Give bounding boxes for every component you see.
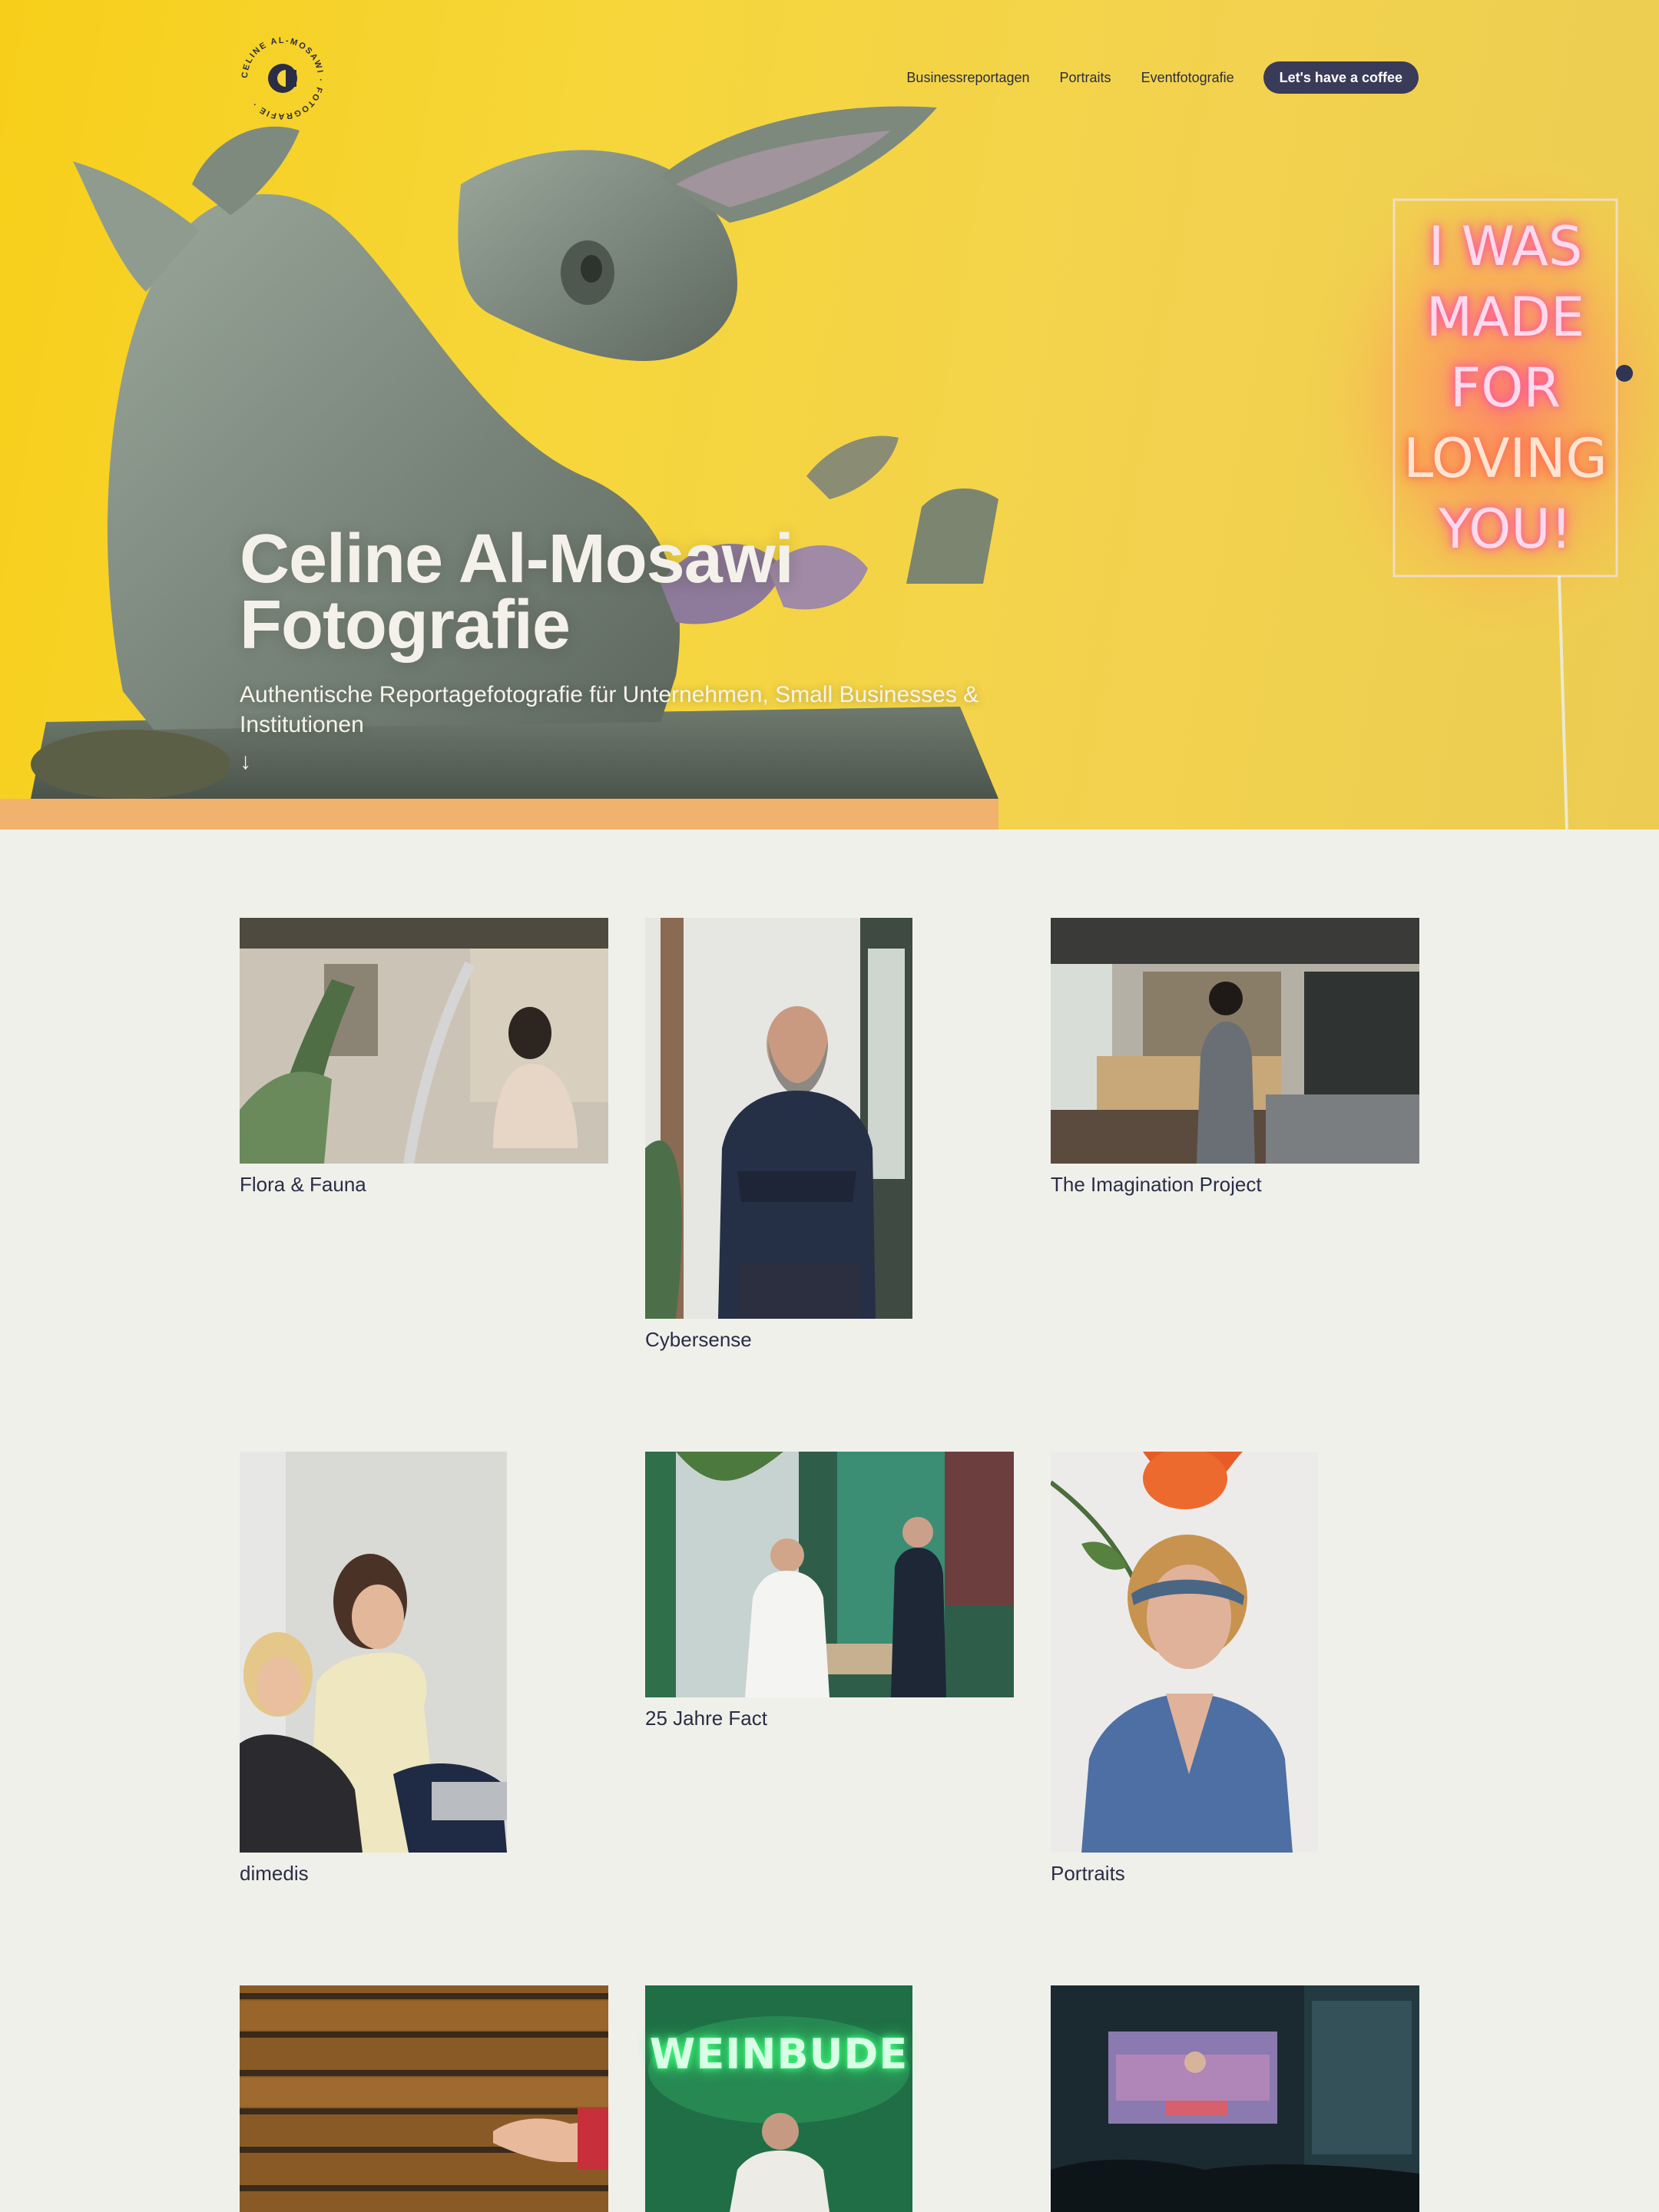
nav-link-businessreportagen[interactable]: Businessreportagen (906, 70, 1029, 86)
site-logo[interactable]: CELINE AL-MOSAWI · FOTOGRAFIE · (235, 31, 330, 126)
neon-line: MADE (1426, 286, 1585, 349)
neon-line: I WAS (1428, 215, 1583, 278)
project-image (1051, 1985, 1419, 2212)
hero-title-line: Fotografie (240, 587, 571, 664)
main-nav: Businessreportagen Portraits Eventfotogr… (876, 61, 1419, 94)
project-title: Portraits (1051, 1862, 1125, 1885)
scroll-down-arrow-icon[interactable]: ↓ (240, 747, 251, 777)
project-image (240, 1985, 608, 2212)
hero-section: I WAS MADE FOR LOVING YOU! CELINE AL-MOS… (0, 0, 1659, 830)
project-title: dimedis (240, 1862, 309, 1885)
nav-link-portraits[interactable]: Portraits (1060, 70, 1111, 86)
project-tile-7[interactable] (240, 1985, 608, 2212)
hero-title-line: Celine Al-Mosawi (240, 521, 794, 598)
project-image (1051, 918, 1419, 1164)
project-tile-portraits[interactable]: Portraits (1051, 1452, 1320, 1897)
project-tile-9[interactable] (1051, 1985, 1419, 2212)
project-title: The Imagination Project (1051, 1173, 1262, 1196)
project-image (645, 918, 912, 1319)
project-tile-8[interactable]: WEINBUDE (645, 1985, 912, 2212)
project-title: 25 Jahre Fact (645, 1707, 767, 1730)
hero-title: Celine Al-Mosawi Fotografie (240, 521, 931, 664)
project-image (645, 1985, 912, 2212)
project-image (1051, 1452, 1318, 1853)
project-title: Flora & Fauna (240, 1173, 366, 1196)
project-image (240, 918, 608, 1164)
project-tile-imagination-project[interactable]: The Imagination Project (1051, 918, 1419, 1210)
project-image (240, 1452, 507, 1853)
project-image (645, 1452, 1014, 1697)
slider-dot[interactable] (1616, 365, 1633, 382)
project-tile-cybersense[interactable]: Cybersense (645, 918, 914, 1363)
project-tile-dimedis[interactable]: dimedis (240, 1452, 508, 1897)
project-tile-25-jahre-fact[interactable]: 25 Jahre Fact (645, 1452, 1014, 1743)
project-title: Cybersense (645, 1328, 752, 1351)
logo-badge-icon: CELINE AL-MOSAWI · FOTOGRAFIE · (240, 36, 323, 121)
neon-line: YOU! (1439, 498, 1572, 561)
coffee-cta-button[interactable]: Let's have a coffee (1263, 61, 1419, 94)
hero-subtitle: Authentische Reportagefotografie für Unt… (240, 682, 979, 737)
neon-sign: I WAS MADE FOR LOVING YOU! (1394, 211, 1617, 565)
weinbude-neon-sign: WEINBUDE (649, 2030, 909, 2078)
nav-link-eventfotografie[interactable]: Eventfotografie (1141, 70, 1234, 86)
project-tile-flora-fauna[interactable]: Flora & Fauna (240, 918, 608, 1210)
neon-line: FOR (1450, 356, 1561, 419)
neon-line: LOVING (1403, 427, 1608, 490)
